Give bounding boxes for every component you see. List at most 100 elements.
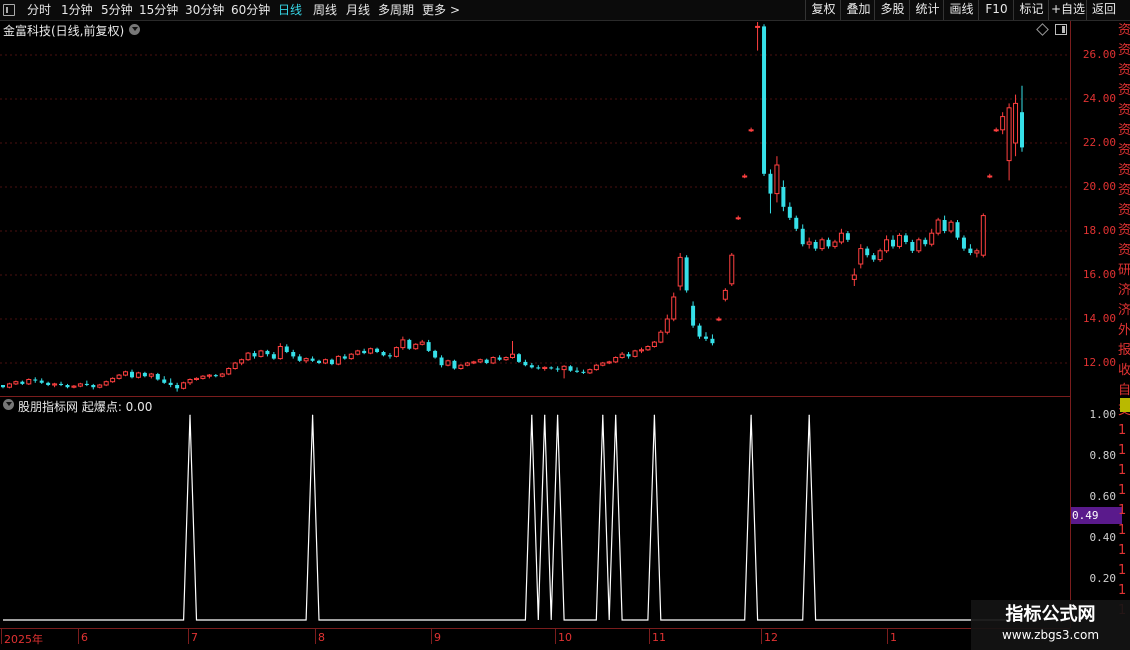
tab-period-7[interactable]: 周线 <box>313 1 337 19</box>
candle <box>277 343 283 360</box>
candle-body <box>871 255 876 260</box>
tab-period-3[interactable]: 15分钟 <box>139 1 178 19</box>
candle-body <box>664 318 670 333</box>
candle-body <box>710 338 715 344</box>
candle <box>980 213 986 258</box>
signal-peak <box>544 414 546 416</box>
candle-body <box>755 25 761 28</box>
candle-body <box>671 296 677 320</box>
tab-period-10[interactable]: 更多 <box>422 1 446 19</box>
candle <box>935 217 941 236</box>
side-strip-char: 1 <box>1118 543 1127 558</box>
time-axis-label: 6 <box>81 631 88 644</box>
candle <box>961 235 966 251</box>
candle <box>6 382 12 389</box>
candle <box>71 385 77 389</box>
candle-body <box>277 346 283 360</box>
side-strip-char: 资 <box>1118 23 1130 38</box>
candle <box>265 349 270 357</box>
candle <box>549 366 554 370</box>
side-panel-strip[interactable]: 资资资资资资资资资资资资研济济外报收自交1111111111 <box>1118 21 1130 631</box>
tab-period-5[interactable]: 60分钟 <box>231 1 270 19</box>
candle <box>490 356 496 365</box>
menu-icon[interactable] <box>3 4 15 16</box>
price-tick-label: 22.00 <box>1082 136 1116 149</box>
candle <box>845 231 850 242</box>
watermark: 指标公式网 www.zbgs3.com <box>971 600 1130 650</box>
candle <box>13 380 19 385</box>
candle <box>896 233 902 249</box>
toolbar-button-2[interactable]: 多股 <box>874 0 910 20</box>
candle <box>600 361 606 367</box>
candle <box>193 377 199 381</box>
toolbar-button-4[interactable]: 画线 <box>943 0 979 20</box>
candle <box>232 361 238 370</box>
candle-body <box>458 364 464 370</box>
candle-body <box>722 289 728 300</box>
candle-body <box>265 350 270 355</box>
candle <box>33 377 38 383</box>
tab-period-2[interactable]: 5分钟 <box>101 1 133 19</box>
candle-body <box>200 375 206 379</box>
candle <box>581 369 586 374</box>
more-arrow-icon[interactable]: > <box>450 1 460 19</box>
candle-body <box>291 352 296 357</box>
candle-body <box>703 336 708 339</box>
candle-body <box>974 250 980 254</box>
time-axis-tick <box>1 629 2 644</box>
candle <box>310 356 315 362</box>
candle <box>942 215 947 234</box>
tab-period-4[interactable]: 30分钟 <box>185 1 224 19</box>
candle <box>375 347 380 354</box>
candle <box>213 374 218 378</box>
candle-body <box>542 366 548 369</box>
side-strip-char: 资 <box>1118 203 1130 218</box>
period-toolbar: 分时 1分钟 5分钟 15分钟 30分钟 60分钟 日线 周线 月线 多周期 更多 > 复权 叠加 多股统… <box>0 0 1130 21</box>
candle <box>142 371 147 378</box>
side-strip-char: 济 <box>1118 303 1130 318</box>
toolbar-button-5[interactable]: F10 <box>978 0 1014 20</box>
tab-period-0[interactable]: 分时 <box>27 1 51 19</box>
side-strip-char: 1 <box>1118 423 1127 438</box>
candle-body <box>284 346 289 352</box>
candle <box>116 374 122 380</box>
candle-body <box>587 369 593 374</box>
candle-body <box>768 173 773 194</box>
toolbar-button-3[interactable]: 统计 <box>909 0 945 20</box>
side-strip-char: 1 <box>1118 563 1127 578</box>
indicator-chart[interactable] <box>0 397 1070 628</box>
candle-body <box>516 354 521 362</box>
toolbar-button-0[interactable]: 复权 <box>805 0 841 20</box>
candlestick-chart[interactable] <box>0 22 1070 396</box>
tab-period-6[interactable]: 日线 <box>278 1 302 19</box>
candle-body <box>20 381 25 384</box>
candle <box>619 352 625 359</box>
current-value-badge: 0.49 <box>1071 507 1122 524</box>
candle <box>503 356 509 361</box>
indicator-tick-label: 0.80 <box>1089 449 1117 463</box>
candle-body <box>477 359 483 363</box>
candle-body <box>684 257 689 291</box>
candle <box>245 352 251 361</box>
toolbar-button-1[interactable]: 叠加 <box>840 0 876 20</box>
tab-period-1[interactable]: 1分钟 <box>61 1 93 19</box>
tab-period-9[interactable]: 多周期 <box>378 1 414 19</box>
candle-body <box>980 215 986 256</box>
toolbar-button-8[interactable]: 返回 <box>1086 0 1121 20</box>
time-axis-label: 7 <box>191 631 198 644</box>
candle-body <box>832 241 838 247</box>
side-strip-char: 1 <box>1118 443 1127 458</box>
time-axis-tick <box>887 629 888 644</box>
toolbar-button-7[interactable]: +自选 <box>1048 0 1087 20</box>
candle <box>735 215 741 220</box>
tab-period-8[interactable]: 月线 <box>346 1 370 19</box>
candle-body <box>329 359 334 365</box>
time-axis-tick <box>188 629 189 644</box>
candle-body <box>942 220 947 231</box>
toolbar-button-6[interactable]: 标记 <box>1013 0 1049 20</box>
candle-body <box>252 353 257 357</box>
candle <box>458 364 464 370</box>
candle <box>626 352 631 359</box>
candle <box>606 360 612 365</box>
candle <box>638 347 644 354</box>
